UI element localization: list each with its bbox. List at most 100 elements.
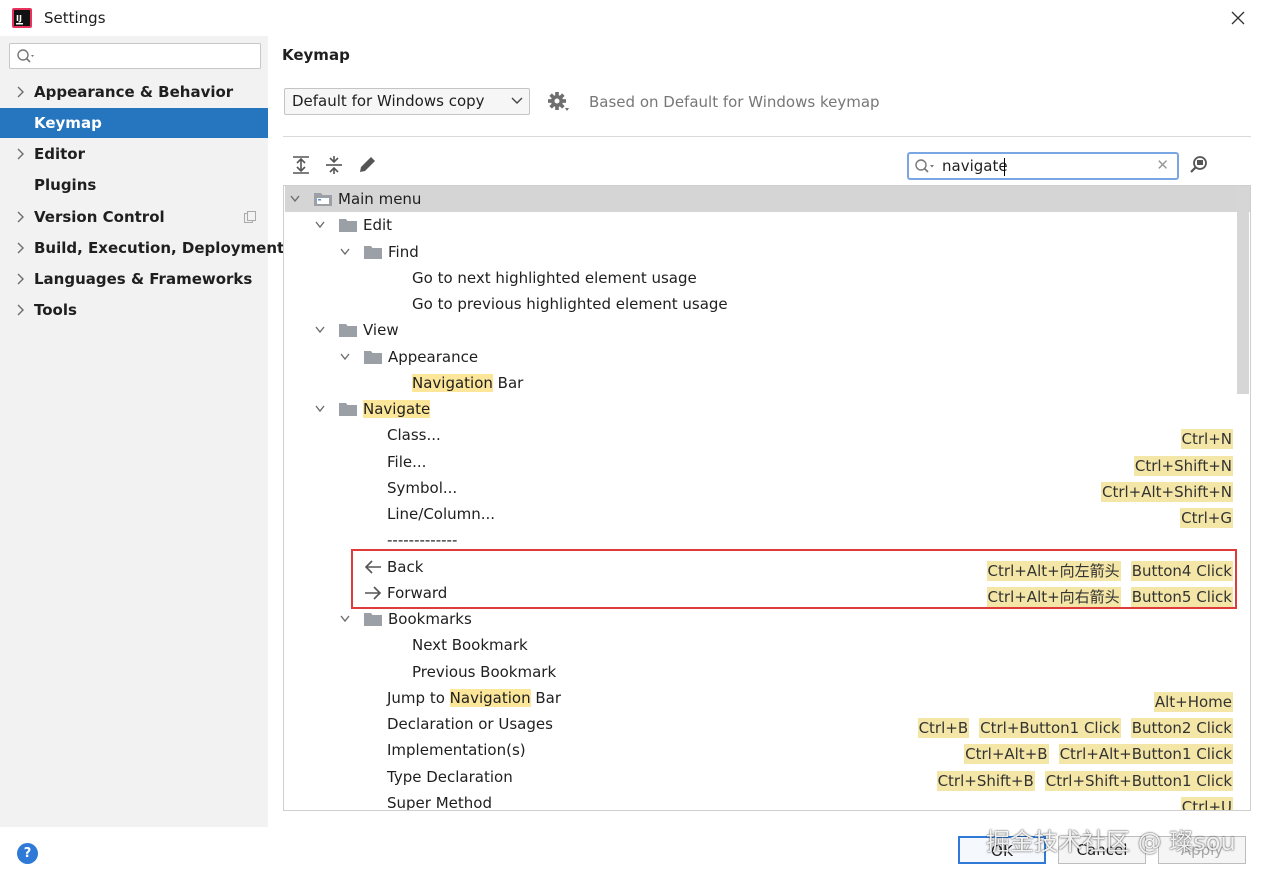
- tree-action-row[interactable]: Declaration or Usages Ctrl+B Ctrl+Button1 …: [285, 711, 1237, 738]
- tree-action-row[interactable]: Symbol... Ctrl+Alt+Shift+N: [285, 475, 1237, 502]
- sidebar-item-keymap[interactable]: Keymap: [0, 108, 268, 138]
- sidebar-item-label: Editor: [34, 145, 85, 163]
- label-text: Appearance: [388, 348, 479, 366]
- shortcut-list: Ctrl+Alt+B Ctrl+Alt+Button1 Click: [954, 741, 1233, 764]
- tree-folder-row[interactable]: Appearance: [285, 344, 1237, 370]
- tree-folder-row[interactable]: Bookmarks: [285, 606, 1237, 632]
- close-icon: [1231, 11, 1245, 25]
- tree-action-row[interactable]: Type Declaration Ctrl+Shift+B Ctrl+Shift+B…: [285, 764, 1237, 791]
- tree-action-row[interactable]: Previous Bookmark: [285, 659, 1237, 685]
- tree-row-label: Forward: [387, 580, 447, 606]
- shortcut-list: Ctrl+Shift+B Ctrl+Shift+Button1 Click: [927, 768, 1233, 791]
- scrollbar-thumb[interactable]: [1237, 186, 1249, 394]
- tree-action-row[interactable]: Back Ctrl+Alt+向左箭头 Button4 Click: [285, 554, 1237, 581]
- shortcut-badge: Ctrl+Alt+B: [964, 744, 1049, 764]
- shortcut-badge: Ctrl+B: [917, 718, 970, 738]
- shortcut-badge: Ctrl+Shift+B: [936, 771, 1035, 791]
- sidebar-item-build-execution-deployment[interactable]: Build, Execution, Deployment: [0, 233, 284, 263]
- folder-icon: [364, 351, 382, 364]
- keymap-tree: Main menu Edit Find Go to next highlighted …: [283, 185, 1251, 811]
- sidebar-item-editor[interactable]: Editor: [0, 139, 268, 169]
- tree-folder-row[interactable]: Navigate: [285, 396, 1237, 422]
- tree-row-label: -------------: [387, 527, 457, 553]
- tree-row-label: Navigation Bar: [412, 370, 523, 396]
- find-by-shortcut-icon[interactable]: [1188, 154, 1210, 176]
- collapse-all-icon[interactable]: [323, 154, 345, 176]
- shortcut-badge: Ctrl+Button1 Click: [979, 718, 1121, 738]
- tree-action-row[interactable]: Line/Column... Ctrl+G: [285, 501, 1237, 528]
- tree-action-row[interactable]: Next Bookmark: [285, 632, 1237, 658]
- shortcut-badge: Ctrl+Alt+向左箭头: [986, 561, 1121, 581]
- chevron-right-icon: [17, 304, 24, 316]
- chevron-down-icon: [511, 97, 523, 104]
- tree-action-row[interactable]: Forward Ctrl+Alt+向右箭头 Button5 Click: [285, 580, 1237, 607]
- tree-action-row[interactable]: Jump to Navigation Bar Alt+Home: [285, 685, 1237, 712]
- tree-action-row[interactable]: Class... Ctrl+N: [285, 422, 1237, 449]
- tree-folder-row[interactable]: Edit: [285, 212, 1237, 238]
- label-text: Class...: [387, 426, 441, 444]
- sidebar-item-label: Build, Execution, Deployment: [34, 239, 285, 257]
- label-text: Next Bookmark: [412, 636, 528, 654]
- ok-button[interactable]: OK: [958, 836, 1046, 864]
- sidebar-item-label: Keymap: [34, 114, 102, 132]
- sidebar-item-version-control[interactable]: Version Control: [0, 202, 268, 232]
- edit-icon[interactable]: [356, 154, 378, 176]
- clear-search-icon[interactable]: ✕: [1156, 156, 1169, 174]
- tree-row-label: Super Method: [387, 790, 492, 810]
- tree-action-row[interactable]: Navigation Bar: [285, 370, 1237, 396]
- shortcut-list: Ctrl+N: [1171, 426, 1233, 449]
- tree-action-row[interactable]: Implementation(s) Ctrl+Alt+B Ctrl+Alt+Butt…: [285, 737, 1237, 764]
- shortcut-badge: Ctrl+Shift+N: [1133, 456, 1233, 476]
- label-text: Find: [388, 243, 419, 261]
- keymap-search-input[interactable]: navigate ✕: [907, 152, 1179, 180]
- menu-folder-icon: [314, 193, 332, 206]
- chevron-down-icon: [340, 615, 350, 623]
- sidebar-item-tools[interactable]: Tools: [0, 295, 268, 325]
- cancel-button[interactable]: Cancel: [1058, 836, 1146, 864]
- expand-all-icon[interactable]: [290, 154, 312, 176]
- search-match-highlight: Navigate: [363, 400, 431, 418]
- tree-row-label: Go to next highlighted element usage: [412, 265, 697, 291]
- text-cursor: [1004, 158, 1005, 176]
- settings-sidebar: Appearance & Behavior Keymap Editor Plugins…: [0, 36, 284, 827]
- folder-icon: [339, 219, 357, 232]
- tree-folder-row[interactable]: View: [285, 317, 1237, 343]
- tree-row-label: Find: [388, 239, 419, 265]
- tree-row-label: Navigate: [363, 396, 431, 422]
- close-button[interactable]: [1226, 6, 1250, 30]
- keymap-select[interactable]: Default for Windows copy: [284, 88, 530, 115]
- chevron-down-icon: [340, 353, 350, 361]
- window-title: Settings: [44, 9, 106, 27]
- tree-row-label: Symbol...: [387, 475, 457, 501]
- tree-action-row[interactable]: Super Method Ctrl+U: [285, 790, 1237, 810]
- intellij-logo-icon: IJ: [12, 8, 32, 28]
- apply-button[interactable]: Apply: [1158, 836, 1246, 864]
- shortcut-badge: Ctrl+Alt+Button1 Click: [1058, 744, 1233, 764]
- tree-folder-row[interactable]: Main menu: [285, 186, 1250, 212]
- tree-row-label: Implementation(s): [387, 737, 526, 763]
- shortcut-badge: Ctrl+Shift+Button1 Click: [1044, 771, 1233, 791]
- tree-action-row[interactable]: -------------: [285, 527, 1237, 553]
- title-bar: IJ Settings: [0, 0, 1264, 36]
- tree-folder-row[interactable]: Find: [285, 239, 1237, 265]
- tree-action-row[interactable]: File... Ctrl+Shift+N: [285, 449, 1237, 476]
- sidebar-item-languages-frameworks[interactable]: Languages & Frameworks: [0, 264, 268, 294]
- sidebar-search-input[interactable]: [9, 43, 261, 69]
- shortcut-list: Ctrl+U: [1171, 794, 1233, 810]
- sidebar-item-plugins[interactable]: Plugins: [0, 170, 268, 200]
- shortcut-list: Ctrl+G: [1170, 505, 1233, 528]
- gear-icon[interactable]: [546, 91, 570, 113]
- tree-row-label: Edit: [363, 212, 392, 238]
- tree-row-label: Declaration or Usages: [387, 711, 553, 737]
- label-text: Symbol...: [387, 479, 458, 497]
- tree-row-label: Line/Column...: [387, 501, 495, 527]
- tree-action-row[interactable]: Go to next highlighted element usage: [285, 265, 1237, 291]
- sidebar-item-appearance-behavior[interactable]: Appearance & Behavior: [0, 77, 268, 107]
- chevron-down-icon: [315, 221, 325, 229]
- search-value: navigate: [942, 157, 1008, 175]
- label-text: Forward: [387, 584, 448, 602]
- tree-action-row[interactable]: Go to previous highlighted element usage: [285, 291, 1237, 317]
- search-icon: [915, 159, 934, 173]
- label-text: Back: [387, 558, 424, 576]
- help-button[interactable]: ?: [17, 843, 38, 864]
